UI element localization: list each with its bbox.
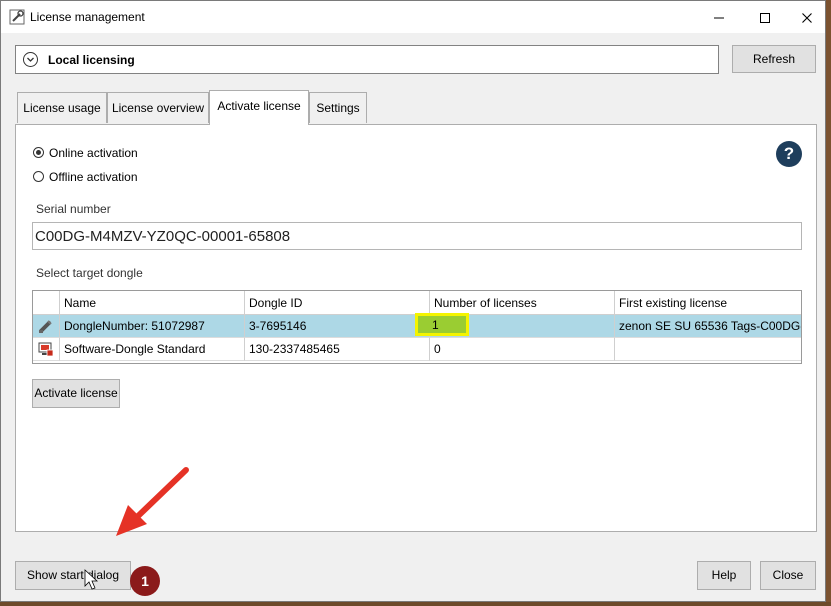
table-cell-dongle-id[interactable]: 3-7695146 bbox=[245, 315, 430, 338]
table-cell-name[interactable]: DongleNumber: 51072987 bbox=[60, 315, 245, 338]
activate-license-button[interactable]: Activate license bbox=[32, 379, 120, 408]
table-cell-name[interactable]: Software-Dongle Standard bbox=[60, 338, 245, 361]
table-cell-license-count[interactable]: 0 bbox=[430, 338, 615, 361]
close-window-button[interactable] bbox=[785, 1, 829, 33]
license-count-highlight: 1 bbox=[415, 313, 469, 336]
minimize-button[interactable] bbox=[697, 1, 741, 33]
tab-license-overview[interactable]: License overview bbox=[107, 92, 209, 123]
column-header-first-license[interactable]: First existing license bbox=[615, 291, 801, 315]
maximize-icon bbox=[760, 13, 770, 24]
section-title: Local licensing bbox=[48, 53, 135, 67]
chevron-down-icon[interactable] bbox=[23, 52, 38, 67]
table-header-indicator bbox=[33, 291, 60, 315]
step-badge: 1 bbox=[130, 566, 160, 596]
software-dongle-icon bbox=[38, 342, 54, 357]
license-management-window: License management Local licensing Refre… bbox=[0, 0, 826, 602]
table-row-indicator[interactable] bbox=[33, 315, 60, 338]
show-start-dialog-button[interactable]: Show start dialog bbox=[15, 561, 131, 590]
key-icon bbox=[9, 9, 25, 25]
maximize-button[interactable] bbox=[743, 1, 787, 33]
online-activation-radio[interactable] bbox=[33, 147, 44, 158]
activate-license-panel: Online activation Offline activation ? S… bbox=[15, 124, 817, 532]
close-button[interactable]: Close bbox=[760, 561, 816, 590]
dongle-table: Name Dongle ID Number of licenses First … bbox=[32, 290, 802, 364]
serial-number-label: Serial number bbox=[36, 202, 111, 216]
refresh-button[interactable]: Refresh bbox=[732, 45, 816, 73]
close-icon bbox=[802, 13, 812, 24]
license-count-value: 1 bbox=[432, 318, 439, 332]
window-title: License management bbox=[30, 10, 145, 24]
online-activation-label: Online activation bbox=[49, 146, 138, 160]
column-header-license-count[interactable]: Number of licenses bbox=[430, 291, 615, 315]
desktop-background bbox=[826, 0, 831, 606]
help-icon[interactable]: ? bbox=[776, 141, 802, 167]
desktop-background-bottom bbox=[0, 602, 831, 606]
minimize-icon bbox=[714, 17, 724, 19]
help-button[interactable]: Help bbox=[697, 561, 751, 590]
target-dongle-label: Select target dongle bbox=[36, 266, 143, 280]
table-cell-first-license[interactable] bbox=[615, 338, 801, 361]
local-licensing-header[interactable]: Local licensing bbox=[15, 45, 719, 74]
title-bar: License management bbox=[1, 1, 825, 33]
offline-activation-radio[interactable] bbox=[33, 171, 44, 182]
table-row-indicator[interactable] bbox=[33, 338, 60, 361]
offline-activation-label: Offline activation bbox=[49, 170, 138, 184]
tab-activate-license[interactable]: Activate license bbox=[209, 90, 309, 125]
tab-license-usage[interactable]: License usage bbox=[17, 92, 107, 123]
usb-dongle-icon bbox=[39, 320, 52, 333]
tab-settings[interactable]: Settings bbox=[309, 92, 367, 123]
column-header-name[interactable]: Name bbox=[60, 291, 245, 315]
serial-number-input[interactable]: C00DG-M4MZV-YZ0QC-00001-65808 bbox=[32, 222, 802, 250]
column-header-dongle-id[interactable]: Dongle ID bbox=[245, 291, 430, 315]
table-cell-dongle-id[interactable]: 130-2337485465 bbox=[245, 338, 430, 361]
table-cell-first-license[interactable]: zenon SE SU 65536 Tags-C00DG-M4 bbox=[615, 315, 801, 338]
